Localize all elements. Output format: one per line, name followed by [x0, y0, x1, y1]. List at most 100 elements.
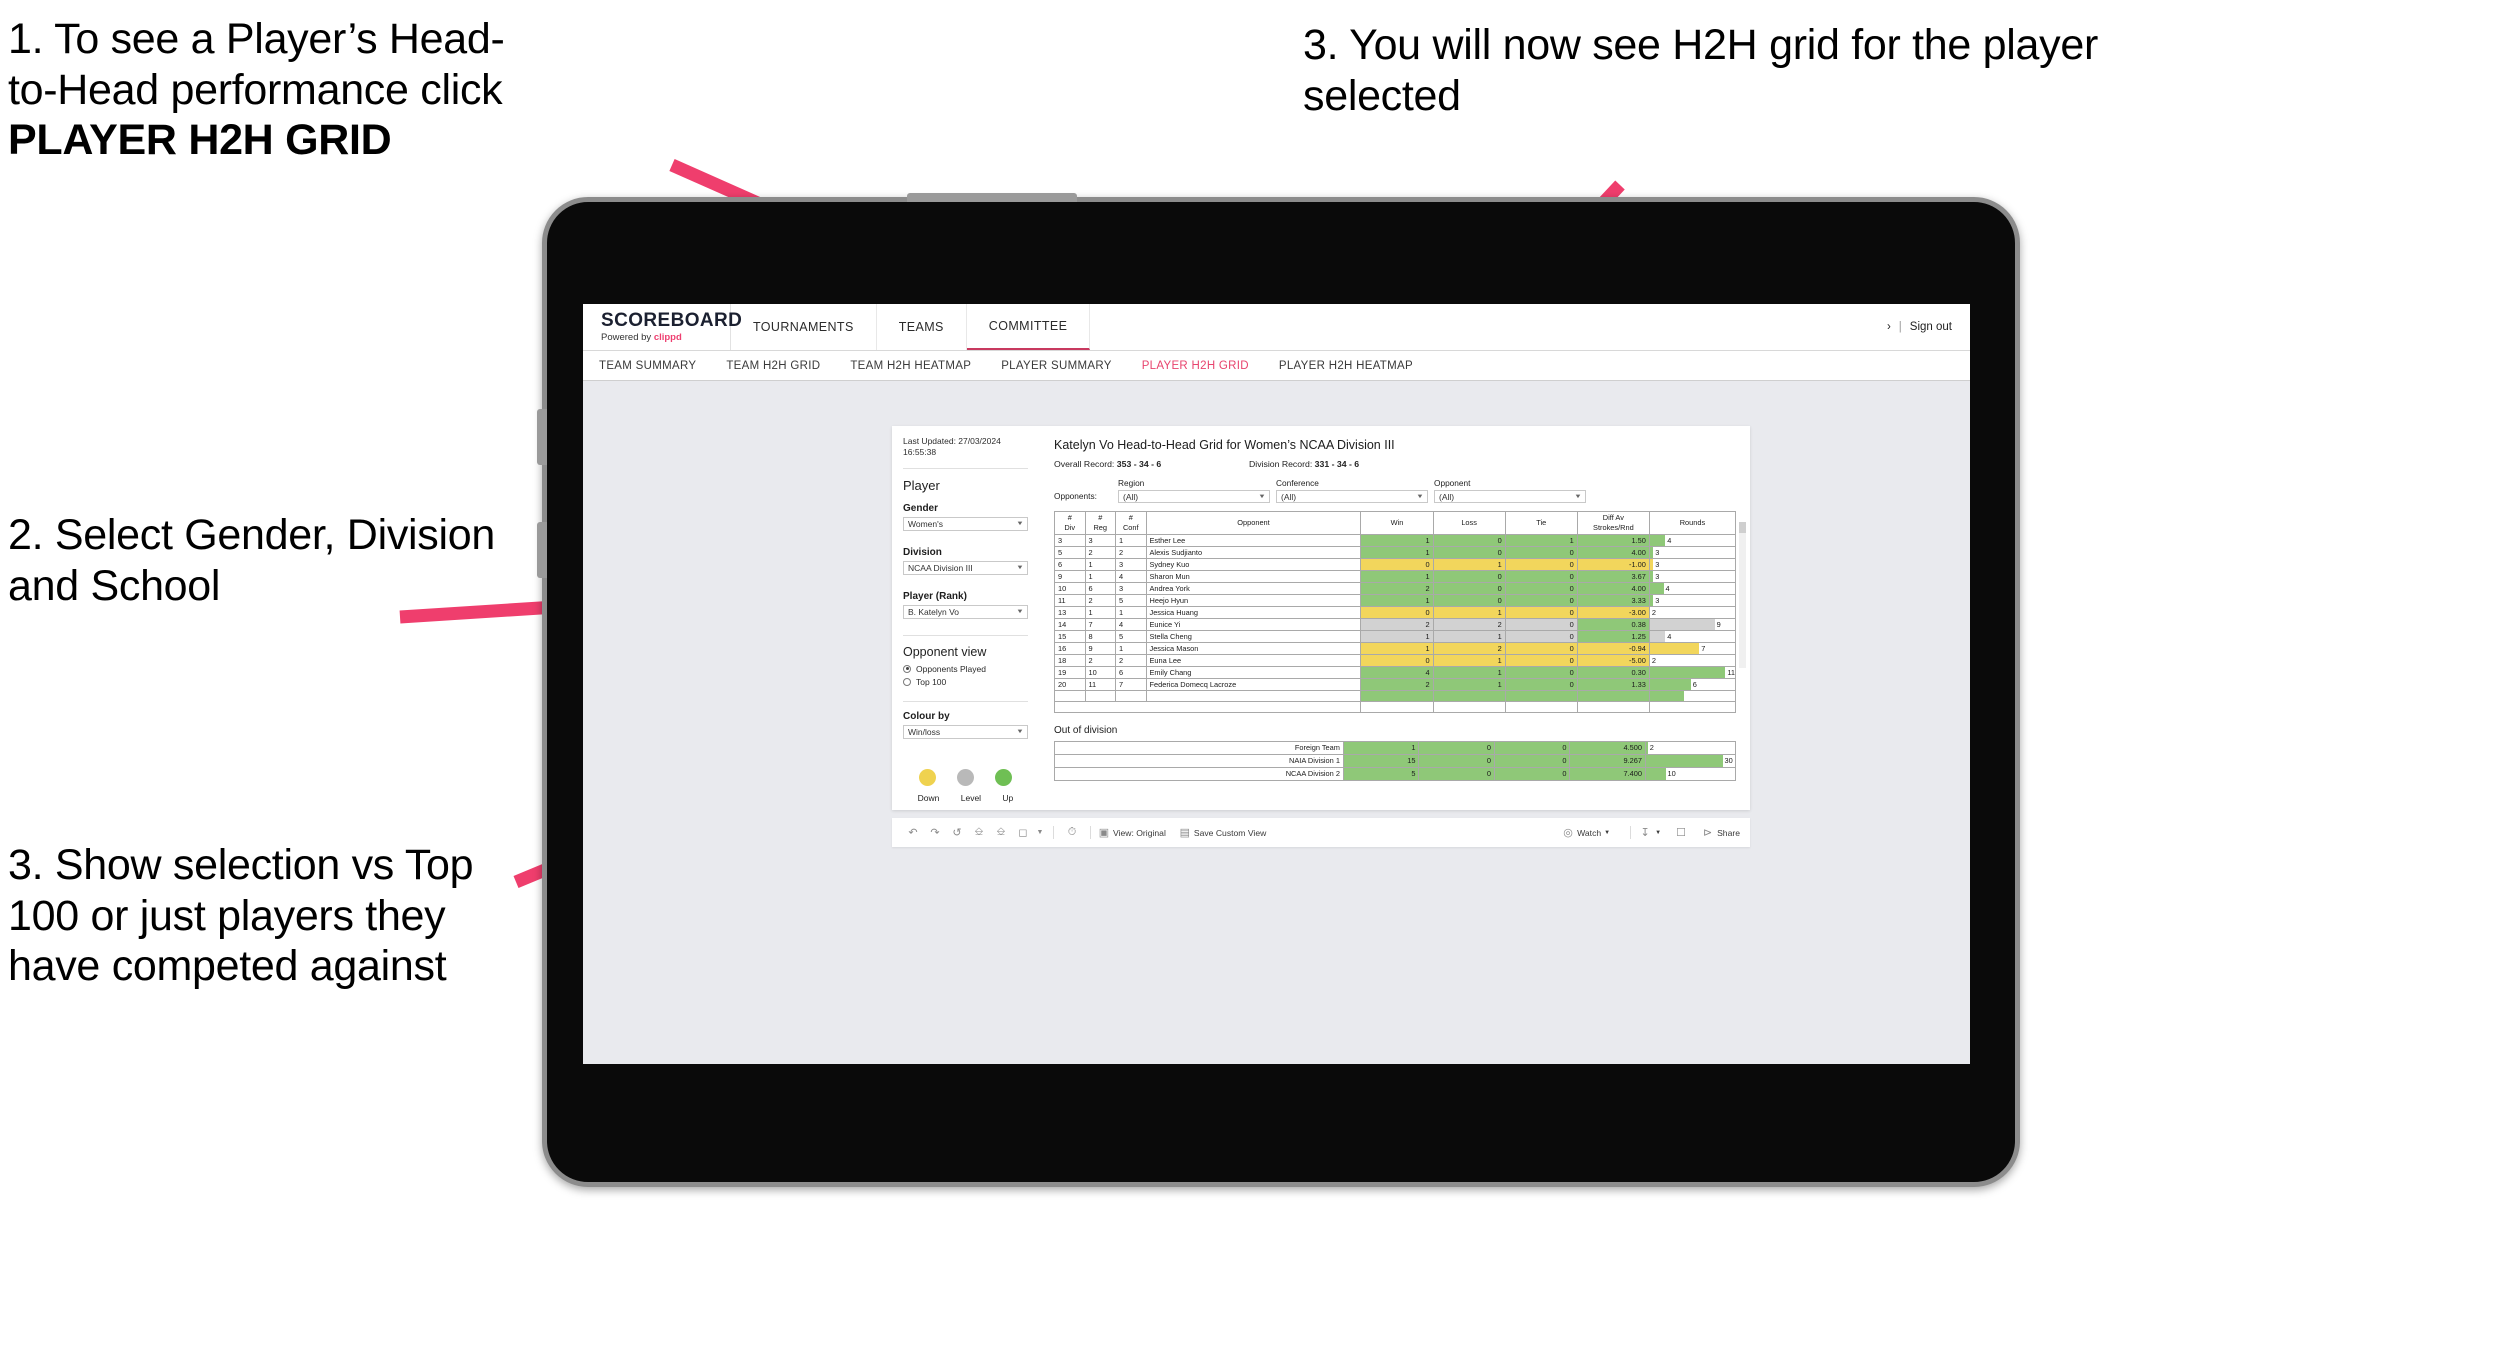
out-of-division-row[interactable]: Foreign Team 1 0 0 4.500 2	[1054, 741, 1737, 755]
cell-win: 15	[1342, 754, 1420, 768]
table-row[interactable]: 9 1 4 Sharon Mun 1 0 0 3.67 3	[1054, 570, 1737, 583]
redo-icon[interactable]: ↷	[924, 826, 946, 839]
gender-select[interactable]: Women's ▼	[903, 516, 1028, 531]
chevron-down-icon: ▼	[1016, 520, 1024, 527]
dropdown-caret-icon[interactable]: ▼	[1034, 829, 1046, 836]
revert-icon[interactable]: ↺	[946, 826, 968, 839]
rounds-value: 4	[1667, 632, 1672, 641]
cell-conf: 5	[1115, 630, 1147, 643]
col-conf[interactable]: # Conf	[1115, 511, 1147, 535]
highlight-icon[interactable]: ◻	[1012, 826, 1034, 839]
filter-conference-select[interactable]: (All) ▼	[1276, 490, 1428, 503]
col-opponent[interactable]: Opponent	[1145, 511, 1362, 535]
radio-top-100[interactable]: Top 100	[903, 677, 1028, 687]
sub-nav-item-player-summary[interactable]: PLAYER SUMMARY	[1001, 360, 1112, 372]
opponent-filters: Opponents: Region (All) ▼ Conference (Al	[1054, 478, 1736, 503]
download-button[interactable]: ↧ ▼	[1638, 826, 1662, 839]
save-custom-view-label: Save Custom View	[1193, 827, 1267, 838]
cell-win: 4	[1360, 666, 1434, 679]
brand-logo[interactable]: SCOREBOARD Powered by clippd	[583, 304, 742, 350]
cell-win: 0	[1360, 558, 1434, 571]
table-row[interactable]: 20 11 7 Federica Domecq Lacroze 2 1 0 1.33 6	[1054, 678, 1737, 691]
out-of-division-row[interactable]: NAIA Division 1 15 0 0 9.267 30	[1054, 754, 1737, 768]
rounds-bar-fill	[1649, 643, 1700, 654]
legend-label-down: Down	[917, 792, 940, 803]
table-row[interactable]: 18 2 2 Euna Lee 0 1 0 -5.00 2	[1054, 654, 1737, 667]
out-of-division-row[interactable]: NCAA Division 2 5 0 0 7.400 10	[1054, 767, 1737, 781]
chevron-down-icon: ▼	[1604, 829, 1611, 836]
radio-icon	[903, 677, 911, 686]
table-row[interactable]: 5 2 2 Alexis Sudjianto 1 0 0 4.00 3	[1054, 546, 1737, 559]
cell-win: 1	[1360, 594, 1434, 607]
share-button[interactable]: ⊳ Share	[1701, 826, 1740, 839]
table-scrollbar[interactable]	[1739, 522, 1746, 668]
cell-rounds: 3	[1648, 558, 1737, 571]
top-nav-item-committee[interactable]: COMMITTEE	[966, 304, 1091, 350]
h2h-table: # Div # Reg # Conf Opponent Win Loss Tie…	[1054, 511, 1737, 713]
viz-main: Katelyn Vo Head-to-Head Grid for Women’s…	[1040, 426, 1750, 810]
page-title: Katelyn Vo Head-to-Head Grid for Women’s…	[1054, 438, 1395, 452]
sub-nav-item-team-h2h-heatmap[interactable]: TEAM H2H HEATMAP	[850, 360, 971, 372]
legend-dot-up	[994, 768, 1012, 786]
top-nav-item-tournaments[interactable]: TOURNAMENTS	[731, 304, 877, 350]
table-row[interactable]: 10 6 3 Andrea York 2 0 0 4.00 4	[1054, 582, 1737, 595]
player-rank-select[interactable]: B. Katelyn Vo ▼	[903, 604, 1028, 619]
filter-region-select[interactable]: (All) ▼	[1118, 490, 1270, 503]
filter-opponent-select[interactable]: (All) ▼	[1434, 490, 1586, 503]
table-row[interactable]: 13 1 1 Jessica Huang 0 1 0 -3.00 2	[1054, 606, 1737, 619]
cell-reg: 2	[1084, 654, 1116, 667]
colour-by-select[interactable]: Win/loss ▼	[903, 724, 1028, 739]
rounds-bar: 3	[1649, 571, 1735, 582]
pause-updates-icon[interactable]: ⎒	[990, 826, 1012, 839]
cell-diff-av-strokes: 3.33	[1576, 594, 1650, 607]
sub-nav-item-player-h2h-heatmap[interactable]: PLAYER H2H HEATMAP	[1279, 360, 1413, 372]
col-diff-l2: Strokes/Rnd	[1593, 523, 1634, 532]
account-chevron-icon[interactable]: ›	[1887, 321, 1891, 333]
col-rounds[interactable]: Rounds	[1648, 511, 1737, 535]
save-custom-view-button[interactable]: ▤ Save Custom View	[1179, 826, 1267, 839]
clock-icon[interactable]: ⏱	[1061, 826, 1083, 839]
cell-div: 11	[1054, 594, 1086, 607]
view-icon: ▣	[1098, 827, 1110, 839]
rounds-bar: 30	[1645, 755, 1735, 767]
colour-by-label: Colour by	[903, 710, 950, 722]
table-row[interactable]: 19 10 6 Emily Chang 4 1 0 0.30 11	[1054, 666, 1737, 679]
refresh-data-icon[interactable]: ⎒	[968, 826, 990, 839]
radio-opponents-played[interactable]: Opponents Played	[903, 664, 1028, 674]
table-row[interactable]: 11 2 5 Heejo Hyun 1 0 0 3.33 3	[1054, 594, 1737, 607]
col-loss[interactable]: Loss	[1432, 511, 1506, 535]
cell-loss: 0	[1432, 534, 1506, 547]
sub-nav-item-team-summary[interactable]: TEAM SUMMARY	[599, 360, 696, 372]
rounds-bar: 3	[1649, 559, 1735, 570]
cell-rounds: 3	[1648, 546, 1737, 559]
table-row[interactable]: 6 1 3 Sydney Kuo 0 1 0 -1.00 3	[1054, 558, 1737, 571]
col-win[interactable]: Win	[1360, 511, 1434, 535]
view-original-button[interactable]: ▣ View: Original	[1098, 826, 1166, 839]
cell-rounds: 30	[1644, 754, 1737, 768]
division-select[interactable]: NCAA Division III ▼	[903, 560, 1028, 575]
col-tie[interactable]: Tie	[1504, 511, 1578, 535]
undo-icon[interactable]: ↶	[902, 826, 924, 839]
top-nav-item-teams[interactable]: TEAMS	[877, 304, 967, 350]
table-row[interactable]: 3 3 1 Esther Lee 1 0 1 1.50 4	[1054, 534, 1737, 547]
table-scrollbar-thumb[interactable]	[1739, 522, 1746, 533]
col-diff-av-strokes[interactable]: Diff Av Strokes/Rnd	[1576, 511, 1650, 535]
table-row[interactable]: 14 7 4 Eunice Yi 2 2 0 0.38 9	[1054, 618, 1737, 631]
table-row[interactable]: 15 8 5 Stella Cheng 1 1 0 1.25 4	[1054, 630, 1737, 643]
device-preview-button[interactable]: ☐	[1674, 826, 1688, 839]
table-row[interactable]: 16 9 1 Jessica Mason 1 2 0 -0.94 7	[1054, 642, 1737, 655]
cell-loss: 1	[1432, 678, 1506, 691]
sign-out-link[interactable]: Sign out	[1910, 321, 1952, 333]
sub-nav-item-team-h2h-grid[interactable]: TEAM H2H GRID	[726, 360, 820, 372]
sub-nav-item-player-h2h-grid[interactable]: PLAYER H2H GRID	[1142, 360, 1249, 372]
col-div[interactable]: # Div	[1054, 511, 1086, 535]
chevron-down-icon: ▼	[1016, 564, 1024, 571]
cell-loss: 1	[1432, 630, 1506, 643]
cell-tie: 0	[1504, 546, 1578, 559]
col-reg[interactable]: # Reg	[1084, 511, 1116, 535]
rounds-bar-fill	[1649, 619, 1715, 630]
rounds-bar: 2	[1650, 655, 1735, 666]
watch-button[interactable]: ◎ Watch ▼	[1562, 826, 1610, 839]
cell-div: 18	[1054, 654, 1086, 667]
col-diff-l1: Diff Av	[1602, 513, 1624, 522]
